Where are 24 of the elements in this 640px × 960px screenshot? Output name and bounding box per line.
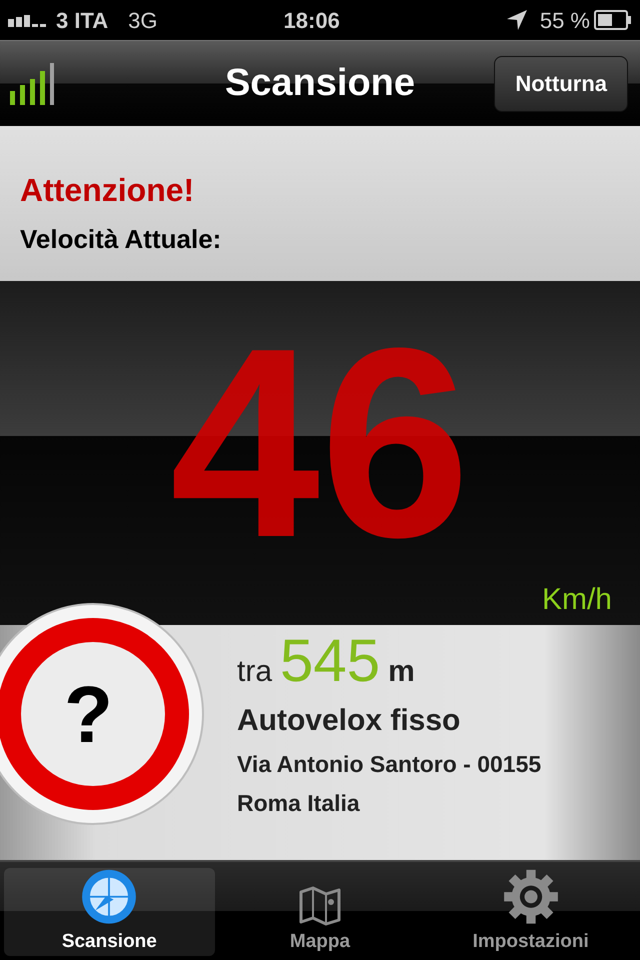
tab-item[interactable]: Mappa <box>214 868 426 956</box>
carrier-name: 3 ITA <box>56 6 108 34</box>
distance-unit: m <box>388 654 415 690</box>
tab-item[interactable]: Scansione <box>4 868 215 956</box>
address-line: Roma Italia <box>237 788 361 818</box>
current-speed: 46 <box>170 309 470 579</box>
speed-label: Velocità Attuale: <box>20 226 222 252</box>
location-arrow-icon <box>506 9 528 31</box>
clock-time: 18:06 <box>282 6 341 34</box>
screen-title: Scansione <box>224 61 416 106</box>
speed-unit: Km/h <box>542 585 612 615</box>
sign-symbol: ? <box>64 675 113 755</box>
map-icon <box>298 886 342 926</box>
signal-strength-icon <box>8 62 56 104</box>
night-mode-button[interactable]: Notturna <box>494 56 628 112</box>
battery-percent: 55 % <box>540 6 590 34</box>
address-line: Via Antonio Santoro - 00155 <box>237 750 542 779</box>
distance-prefix: tra <box>237 654 272 690</box>
distance-value: 545 <box>280 631 380 691</box>
tab-item[interactable]: Impostazioni <box>425 868 636 956</box>
battery-icon <box>594 10 632 30</box>
network-type: 3G <box>128 6 158 34</box>
warning-title: Attenzione! <box>20 174 196 206</box>
camera-type: Autovelox fisso <box>237 703 462 739</box>
